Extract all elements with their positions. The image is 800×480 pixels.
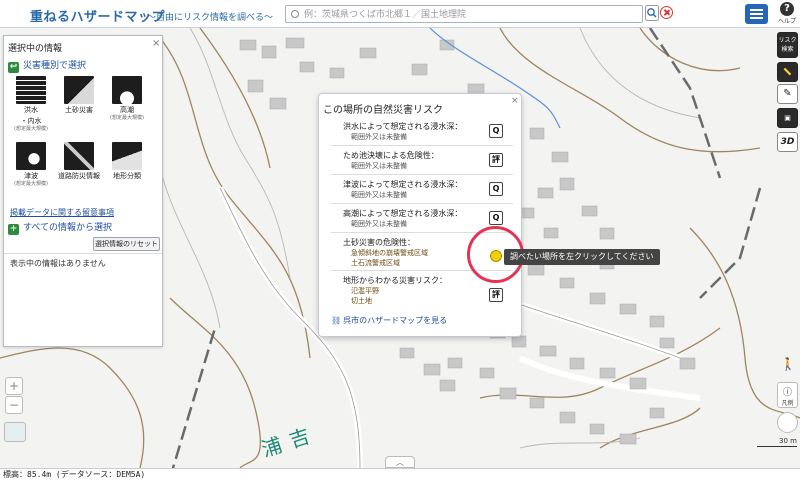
ruler-icon: 📏	[783, 68, 792, 76]
link-label: 呉市のハザードマップを見る	[343, 316, 448, 325]
close-icon[interactable]: ×	[152, 38, 160, 49]
flood-icon	[16, 76, 46, 104]
category-label: 道路防災情報	[58, 172, 100, 180]
evaluation-icon[interactable]: 評	[489, 153, 503, 167]
category-sublabel: (想定最大規模)	[14, 181, 48, 187]
elevation-readout: 標高：85.4m (データソース：DEM5A)	[3, 470, 146, 479]
category-label: 土砂災害	[65, 106, 93, 114]
category-storm-surge[interactable]: 高潮 (想定最大規模)	[104, 76, 150, 122]
data-notes-link[interactable]: 掲載データに関する留意事項	[10, 207, 114, 218]
panel-title: 選択中の情報	[8, 44, 63, 54]
category-label: 洪水	[24, 106, 38, 114]
terrain-icon	[112, 142, 142, 170]
cursor-icon	[490, 250, 502, 262]
compass-icon[interactable]	[777, 412, 798, 433]
tsunami-icon	[16, 142, 46, 170]
risk-value: 範囲外又は未整備	[351, 133, 407, 141]
risk-heading: 高潮によって想定される浸水深：	[343, 209, 463, 218]
magnify-info-icon[interactable]: Q	[489, 182, 503, 196]
category-road-disaster[interactable]: 道路防災情報	[56, 142, 102, 181]
risk-heading: ため池決壊による危険性：	[343, 151, 439, 160]
city-hazard-map-link[interactable]: ⛓ 呉市のハザードマップを見る	[331, 315, 447, 326]
toolbox-button[interactable]: ▣	[777, 108, 798, 128]
pencil-button[interactable]: ✎	[777, 84, 798, 104]
section-all-info[interactable]: + すべての情報から選択	[8, 220, 113, 235]
road-closed-icon	[64, 142, 94, 170]
category-sublabel: (想定最大規模)	[14, 126, 48, 132]
tooltip: 調べたい場所を左クリックしてください	[504, 249, 660, 265]
risk-value: 範囲外又は未整備	[351, 162, 407, 170]
category-label: 高潮	[120, 106, 134, 114]
risk-value: 氾濫平野	[351, 287, 379, 295]
menu-button[interactable]	[745, 4, 768, 24]
section-label: すべての情報から選択	[23, 223, 113, 233]
magnify-info-icon[interactable]: Q	[489, 124, 503, 138]
risk-value: 範囲外又は未整備	[351, 191, 407, 199]
risk-heading: 津波によって想定される浸水深：	[343, 180, 463, 189]
legend-button[interactable]: ⓘ 凡例	[777, 382, 798, 408]
selected-info-panel: 選択中の情報 × ↩ 災害種別で選択 洪水 ・内水 (想定最大規模) 土砂災害 高…	[3, 35, 163, 347]
app-logo[interactable]: 重ねるハザードマップ	[30, 6, 165, 25]
plus-icon: +	[8, 224, 19, 235]
category-label: 津波	[24, 172, 38, 180]
status-bar: 標高：85.4m (データソース：DEM5A)	[0, 468, 800, 480]
panel-divider	[4, 253, 162, 254]
evaluation-icon[interactable]: 評	[489, 288, 503, 302]
risk-search-button[interactable]: リスク検索	[777, 32, 798, 58]
zoom-out-button[interactable]: −	[5, 396, 23, 414]
risk-search-label: リスク検索	[778, 37, 797, 53]
risk-heading: 土砂災害の危険性：	[343, 238, 415, 247]
risk-value: 急傾斜地の崩壊警戒区域	[351, 249, 428, 257]
category-label: 地形分類	[113, 172, 141, 180]
chevron-up-icon: ︿	[396, 458, 404, 467]
close-icon[interactable]: ×	[511, 96, 519, 106]
scale-bar: 30 m	[757, 437, 797, 447]
risk-heading: 洪水によって想定される浸水深：	[343, 122, 463, 131]
reset-selection-button[interactable]: 選択情報のリセット	[93, 237, 160, 251]
expand-panel-button[interactable]: ︿	[385, 456, 415, 468]
street-view-icon[interactable]: 🚶	[779, 357, 797, 375]
risk-value: 範囲外又は未整備	[351, 220, 407, 228]
popup-title: この場所の自然災害リスク	[323, 105, 443, 116]
legend-icon: ⓘ	[782, 388, 792, 398]
category-label-2: ・内水	[20, 117, 42, 125]
risk-value: 切土地	[351, 297, 372, 305]
app-header: 重ねるハザードマップ 〜自由にリスク情報を調べる〜 ? ヘルプ	[0, 0, 800, 28]
category-flood[interactable]: 洪水 ・内水 (想定最大規模)	[8, 76, 54, 133]
risk-value: 土石流警戒区域	[351, 259, 400, 267]
magnify-info-icon[interactable]: Q	[489, 211, 503, 225]
three-d-button[interactable]: 3D	[777, 132, 798, 152]
search-icon[interactable]	[645, 5, 659, 21]
search-box	[285, 5, 643, 23]
landslide-icon	[64, 76, 94, 104]
category-landslide[interactable]: 土砂災害	[56, 76, 102, 115]
risk-row-tsunami: 津波によって想定される浸水深： 範囲外又は未整備 Q	[331, 175, 513, 204]
search-input[interactable]	[304, 8, 634, 21]
section-by-disaster-type[interactable]: ↩ 災害種別で選択	[8, 58, 87, 73]
question-icon: ?	[780, 2, 794, 16]
briefcase-icon: ▣	[784, 114, 791, 122]
risk-popup: この場所の自然災害リスク × 洪水によって想定される浸水深： 範囲外又は未整備 …	[318, 93, 522, 337]
link-icon: ⛓	[331, 316, 342, 325]
legend-label: 凡例	[781, 400, 794, 407]
return-arrow-icon: ↩	[8, 62, 19, 73]
zoom-in-button[interactable]: +	[5, 377, 23, 395]
category-landform[interactable]: 地形分類	[104, 142, 150, 181]
layer-map-button[interactable]	[4, 422, 26, 442]
location-pin-icon	[291, 10, 299, 18]
app-subtitle: 〜自由にリスク情報を調べる〜	[147, 13, 274, 23]
ruler-button[interactable]: 📏	[777, 62, 798, 82]
clear-search-icon[interactable]	[660, 6, 673, 19]
pencil-icon: ✎	[783, 88, 792, 99]
risk-row-reservoir: ため池決壊による危険性： 範囲外又は未整備 評	[331, 146, 513, 175]
category-sublabel: (想定最大規模)	[110, 115, 144, 121]
section-label: 災害種別で選択	[23, 61, 87, 71]
help-label: ヘルプ	[777, 18, 796, 25]
status-text: 表示中の情報はありません	[10, 259, 106, 268]
category-tsunami[interactable]: 津波 (想定最大規模)	[8, 142, 54, 188]
risk-heading: 地形からわかる災害リスク：	[343, 276, 447, 285]
help-button[interactable]: ? ヘルプ	[776, 2, 798, 26]
storm-surge-icon	[112, 76, 142, 104]
risk-row-flood: 洪水によって想定される浸水深： 範囲外又は未整備 Q	[331, 117, 513, 146]
